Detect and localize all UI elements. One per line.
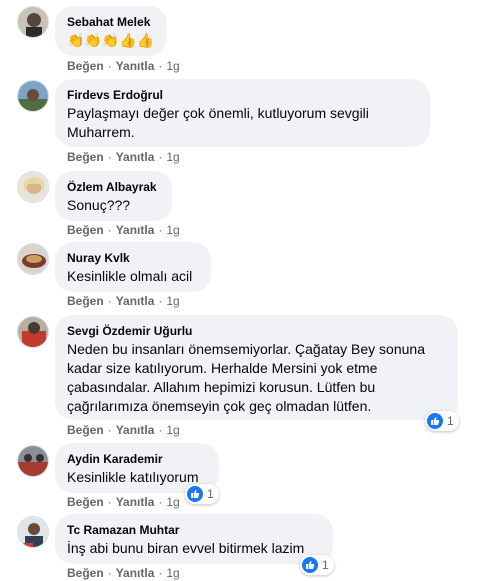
- reply-button[interactable]: Yanıtla: [116, 59, 155, 73]
- comment-author[interactable]: Aydin Karademir: [67, 451, 207, 467]
- comment-actions: Beğen · Yanıtla · 1g: [67, 495, 180, 509]
- comment-text-line: Neden bu insanları önemsemiyorlar. Çağat…: [67, 341, 425, 357]
- comment-bubble: Sevgi Özdemir Uğurlu Neden bu insanları …: [55, 315, 458, 420]
- comment-text: Kesinlikle katılıyorum: [67, 469, 199, 485]
- comment-bubble: Özlem Albayrak Sonuç???: [55, 171, 172, 221]
- thumbs-up-icon: [187, 486, 203, 502]
- comment-actions: Beğen · Yanıtla · 1g: [67, 59, 180, 73]
- comment-text-line: Paylaşmayı değer çok önemli, kutluyorum …: [67, 105, 369, 121]
- comment-author[interactable]: Tc Ramazan Muhtar: [67, 522, 321, 538]
- avatar[interactable]: [17, 316, 49, 348]
- comment-text-line: çağrılarımıza önemseyin çok geç olmadan …: [67, 398, 372, 414]
- comment-bubble: Sebahat Melek 👏👏👏👍👍: [55, 6, 167, 56]
- comment-text-line: kadar size katılıyorum. Herhalde Mersini…: [67, 360, 378, 376]
- comment-age[interactable]: 1g: [166, 423, 179, 437]
- reply-button[interactable]: Yanıtla: [116, 223, 155, 237]
- comment-actions: Beğen · Yanıtla · 1g: [67, 150, 180, 164]
- comment-age[interactable]: 1g: [166, 495, 179, 509]
- comment-bubble: Nuray Kvlk Kesinlikle olmalı acil: [55, 242, 211, 292]
- avatar[interactable]: [17, 6, 49, 38]
- comment-author[interactable]: Firdevs Erdoğrul: [67, 87, 418, 103]
- comment-text-line: Muharrem.: [67, 124, 135, 140]
- avatar[interactable]: [17, 445, 49, 477]
- comment-text: Sonuç???: [67, 197, 131, 213]
- like-button[interactable]: Beğen: [67, 495, 104, 509]
- reaction-count[interactable]: 1: [300, 555, 334, 575]
- reply-button[interactable]: Yanıtla: [116, 495, 155, 509]
- like-button[interactable]: Beğen: [67, 59, 104, 73]
- comment-author[interactable]: Sevgi Özdemir Uğurlu: [67, 323, 446, 339]
- comment-age[interactable]: 1g: [166, 59, 179, 73]
- avatar[interactable]: [17, 80, 49, 112]
- avatar[interactable]: [17, 243, 49, 275]
- reaction-count[interactable]: 1: [185, 484, 219, 504]
- reply-button[interactable]: Yanıtla: [116, 150, 155, 164]
- avatar[interactable]: [17, 516, 49, 548]
- like-button[interactable]: Beğen: [67, 223, 104, 237]
- like-button[interactable]: Beğen: [67, 150, 104, 164]
- comment-author[interactable]: Sebahat Melek: [67, 14, 155, 30]
- comment-bubble: Tc Ramazan Muhtar İnş abi bunu biran evv…: [55, 514, 333, 564]
- comment-bubble: Firdevs Erdoğrul Paylaşmayı değer çok ön…: [55, 79, 430, 147]
- thumbs-up-icon: [302, 557, 318, 573]
- comment-author[interactable]: Nuray Kvlk: [67, 250, 199, 266]
- comment-text: Kesinlikle olmalı acil: [67, 268, 193, 284]
- avatar[interactable]: [17, 171, 49, 203]
- comment-text-line: çabasındalar. Allahım hepimizi korusun. …: [67, 379, 376, 395]
- reaction-count[interactable]: 1: [425, 411, 459, 431]
- comment-text: 👏👏👏👍👍: [67, 32, 155, 48]
- comment-actions: Beğen · Yanıtla · 1g: [67, 294, 180, 308]
- comment-age[interactable]: 1g: [166, 223, 179, 237]
- like-button[interactable]: Beğen: [67, 566, 104, 580]
- reply-button[interactable]: Yanıtla: [116, 566, 155, 580]
- like-button[interactable]: Beğen: [67, 294, 104, 308]
- reply-button[interactable]: Yanıtla: [116, 294, 155, 308]
- comment-actions: Beğen · Yanıtla · 1g: [67, 223, 180, 237]
- comment-author[interactable]: Özlem Albayrak: [67, 179, 160, 195]
- thumbs-up-icon: [427, 413, 443, 429]
- like-button[interactable]: Beğen: [67, 423, 104, 437]
- reply-button[interactable]: Yanıtla: [116, 423, 155, 437]
- comment-age[interactable]: 1g: [166, 294, 179, 308]
- comment-age[interactable]: 1g: [166, 566, 179, 580]
- comment-text: İnş abi bunu biran evvel bitirmek lazim: [67, 540, 305, 556]
- comment-actions: Beğen · Yanıtla · 1g: [67, 423, 180, 437]
- comment-age[interactable]: 1g: [166, 150, 179, 164]
